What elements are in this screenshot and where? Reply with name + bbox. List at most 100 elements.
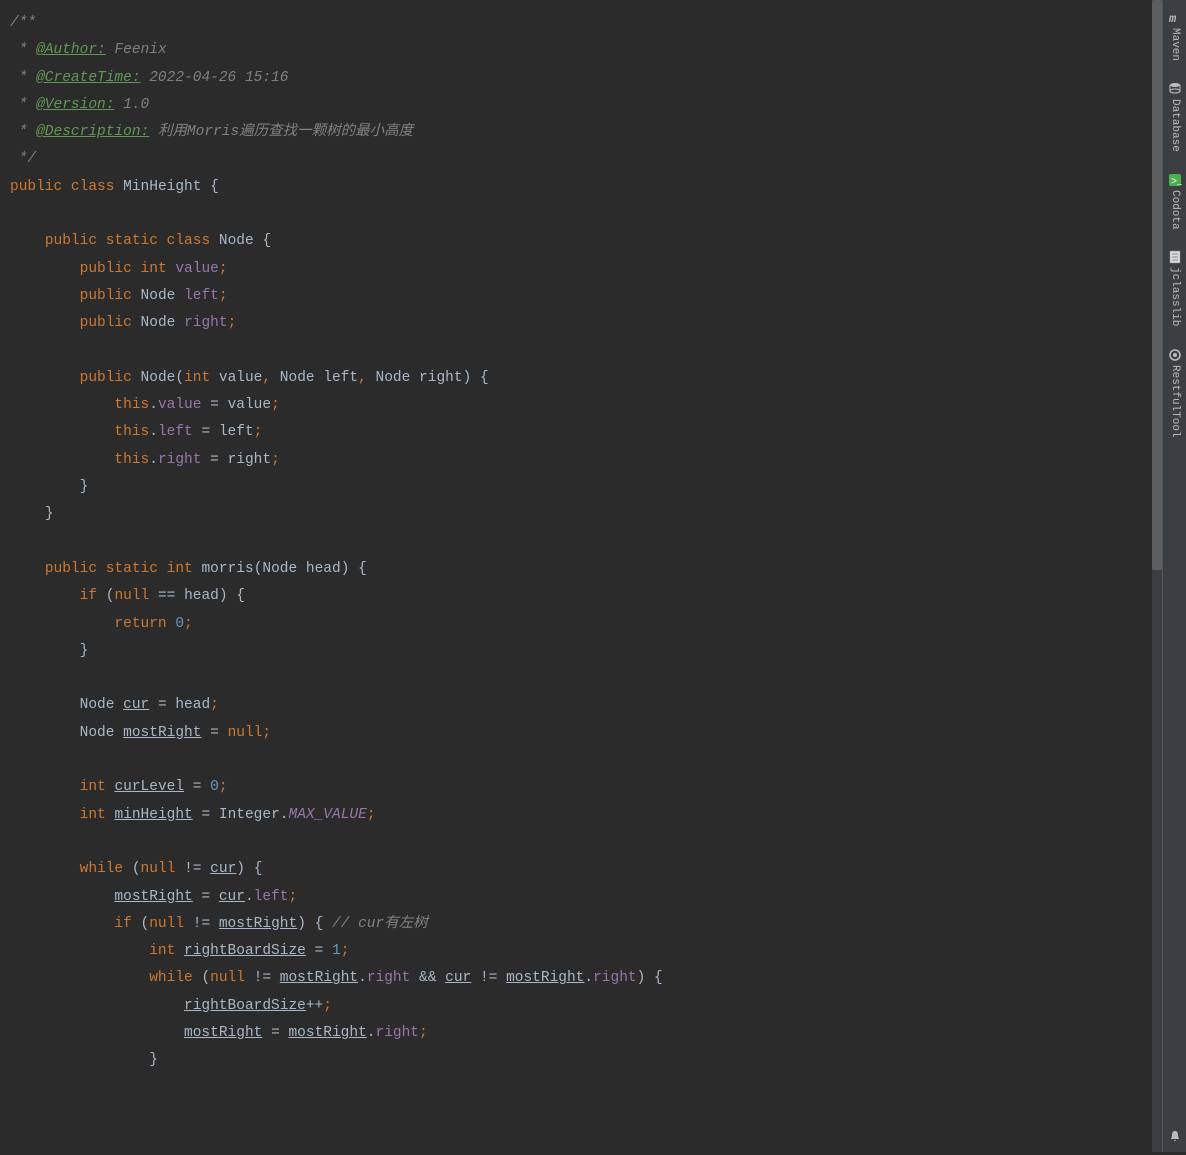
dot: . xyxy=(358,970,367,986)
var: rightBoardSize xyxy=(184,998,306,1014)
field: right xyxy=(376,1025,420,1041)
restfultool-icon xyxy=(1168,347,1182,361)
var: head xyxy=(175,697,210,713)
paren: ) xyxy=(219,588,228,604)
notification-button[interactable] xyxy=(1166,1120,1184,1152)
keyword: public xyxy=(80,261,132,277)
op: != xyxy=(193,916,210,932)
semicolon: ; xyxy=(219,779,228,795)
maven-tool-button[interactable]: m Maven xyxy=(1159,2,1186,69)
paren: ) xyxy=(297,916,306,932)
semicolon: ; xyxy=(184,616,193,632)
type: Node xyxy=(80,697,115,713)
constructor: Node xyxy=(141,370,176,386)
keyword: null xyxy=(149,916,184,932)
paren: ( xyxy=(201,970,210,986)
brace: } xyxy=(80,643,89,659)
op: && xyxy=(419,970,436,986)
class-name: Node xyxy=(219,233,254,249)
tool-label: jclasslib xyxy=(1161,267,1186,326)
semicolon: ; xyxy=(323,998,332,1014)
vertical-scrollbar[interactable] xyxy=(1152,0,1162,1152)
field: value xyxy=(175,261,219,277)
param: head xyxy=(306,561,341,577)
doc-value: 1.0 xyxy=(114,97,149,113)
keyword: int xyxy=(80,807,106,823)
keyword: return xyxy=(114,616,166,632)
database-tool-button[interactable]: Database xyxy=(1159,73,1186,160)
var: right xyxy=(228,452,272,468)
keyword: int xyxy=(141,261,167,277)
semicolon: ; xyxy=(367,807,376,823)
semicolon: ; xyxy=(262,725,271,741)
type: Node xyxy=(262,561,297,577)
keyword: this xyxy=(114,397,149,413)
comment-line: * xyxy=(10,70,36,86)
restfultool-tool-button[interactable]: RestfulTool xyxy=(1159,339,1186,446)
comment-line: * xyxy=(10,124,36,140)
doc-value: 利用Morris遍历查找一颗树的最小高度 xyxy=(149,124,413,140)
var: mostRight xyxy=(184,1025,262,1041)
brace: { xyxy=(236,588,245,604)
tool-label: Database xyxy=(1161,99,1186,152)
semicolon: ; xyxy=(419,1025,428,1041)
brace: } xyxy=(149,1052,158,1068)
op: != xyxy=(480,970,497,986)
op: != xyxy=(184,861,201,877)
type: Node xyxy=(376,370,411,386)
op: = xyxy=(210,397,219,413)
keyword: public xyxy=(45,561,97,577)
codota-icon: >_ xyxy=(1168,172,1182,186)
keyword: public xyxy=(10,179,62,195)
tool-label: Codota xyxy=(1161,190,1186,230)
keyword: int xyxy=(149,943,175,959)
brace: { xyxy=(315,916,324,932)
codota-tool-button[interactable]: >_ Codota xyxy=(1159,164,1186,238)
paren: ) xyxy=(463,370,472,386)
brace: } xyxy=(80,479,89,495)
dot: . xyxy=(149,452,158,468)
var: cur xyxy=(445,970,471,986)
keyword: null xyxy=(141,861,176,877)
var: mostRight xyxy=(219,916,297,932)
dot: . xyxy=(149,424,158,440)
code-editor[interactable]: /** * @Author: Feenix * @CreateTime: 202… xyxy=(0,0,1162,1152)
keyword: this xyxy=(114,452,149,468)
field: right xyxy=(158,452,202,468)
paren: ) xyxy=(637,970,646,986)
paren: ( xyxy=(175,370,184,386)
op: = xyxy=(201,807,210,823)
tool-label: RestfulTool xyxy=(1161,365,1186,438)
field: left xyxy=(158,424,193,440)
var: minHeight xyxy=(114,807,192,823)
class-ref: Integer xyxy=(219,807,280,823)
doc-tag: @CreateTime: xyxy=(36,70,140,86)
keyword: null xyxy=(114,588,149,604)
op: = xyxy=(201,424,210,440)
field: right xyxy=(593,970,637,986)
op: = xyxy=(158,697,167,713)
keyword: public xyxy=(80,288,132,304)
comma: , xyxy=(358,370,367,386)
op: ++ xyxy=(306,998,323,1014)
op: = xyxy=(193,779,202,795)
field: right xyxy=(367,970,411,986)
keyword: int xyxy=(80,779,106,795)
dot: . xyxy=(149,397,158,413)
type: Node xyxy=(141,288,176,304)
var: head xyxy=(184,588,219,604)
var: rightBoardSize xyxy=(184,943,306,959)
var: cur xyxy=(219,889,245,905)
doc-value: 2022-04-26 15:16 xyxy=(141,70,289,86)
scrollbar-thumb[interactable] xyxy=(1152,0,1162,570)
semicolon: ; xyxy=(210,697,219,713)
keyword: while xyxy=(80,861,124,877)
brace: } xyxy=(45,506,54,522)
keyword: int xyxy=(184,370,210,386)
right-tool-panel: m Maven Database >_ Codota jclasslib xyxy=(1162,0,1186,1152)
jclasslib-tool-button[interactable]: jclasslib xyxy=(1159,241,1186,334)
const: MAX_VALUE xyxy=(289,807,367,823)
keyword: class xyxy=(71,179,115,195)
comment-line: */ xyxy=(10,151,36,167)
dot: . xyxy=(280,807,289,823)
